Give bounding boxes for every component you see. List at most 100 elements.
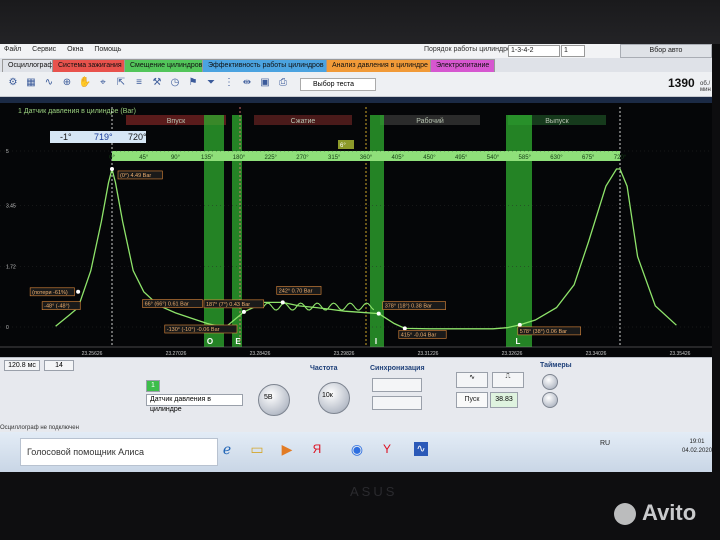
clock: 19:01 04.02.2020 bbox=[682, 438, 712, 456]
annotation-point bbox=[241, 309, 246, 314]
annotation-label: 415° -0.04 Bar bbox=[401, 332, 437, 338]
toolbar: ⚙ ▦ ∿ ⊕ ✋ ⌖ ⇱ ≡ ⚒ ◷ ⚑ ⏷ ⋮ ⇹ ▣ ⎙ Выбор те… bbox=[0, 72, 712, 97]
monitor-bezel-top bbox=[0, 0, 720, 44]
scope-app-icon[interactable]: ∿ bbox=[414, 442, 428, 456]
annotation-label: 242° 0.70 Bar bbox=[279, 288, 313, 294]
cylinder-select[interactable]: 1 bbox=[561, 45, 585, 57]
clock-date: 04.02.2020 bbox=[682, 448, 712, 454]
assistant-search[interactable]: Голосовой помощник Алиса bbox=[20, 438, 218, 466]
flag-icon[interactable]: ⚑ bbox=[186, 76, 200, 90]
range-value: 5В bbox=[264, 394, 273, 401]
valve-event-band bbox=[232, 115, 242, 347]
trace-select[interactable]: 14 bbox=[44, 360, 74, 371]
tab-oscilloscope[interactable]: Осциллограф bbox=[2, 59, 60, 72]
control-panel: 120.8 мс 14 1 Датчик давления в цилиндре… bbox=[0, 357, 712, 432]
laptop-brand: ASUS bbox=[350, 484, 398, 499]
monitor-bezel-bottom bbox=[0, 472, 720, 540]
filter-icon[interactable]: ⏷ bbox=[204, 76, 218, 90]
degree-tick: 585° bbox=[519, 155, 532, 161]
pressure-chart[interactable]: 1 Датчик давления в цилиндре (Bar) Впуск С… bbox=[0, 97, 712, 357]
sync-mode-buttons[interactable] bbox=[372, 378, 422, 392]
tab-cylinder-offset[interactable]: Смещение цилиндров bbox=[124, 59, 209, 72]
split-icon[interactable]: ⇹ bbox=[240, 76, 254, 90]
firing-order-select[interactable]: 1-3-4-2 bbox=[508, 45, 560, 57]
degree-tick: 270° bbox=[296, 155, 309, 161]
timer-1-icon[interactable] bbox=[542, 374, 558, 390]
degree-tick: 495° bbox=[455, 155, 468, 161]
autofit-button[interactable]: Вбор авто bbox=[620, 44, 712, 58]
valve-event-band bbox=[370, 115, 384, 347]
marker-icon[interactable]: ⋮ bbox=[222, 76, 236, 90]
annotation-label: (0°) 4.49 Bar bbox=[120, 173, 151, 179]
annotation-label: 66° (66°) 0.61 Bar bbox=[145, 302, 189, 308]
firing-order-label: Порядок работы цилиндров bbox=[424, 46, 515, 53]
degree-tick: 315° bbox=[328, 155, 341, 161]
pressure-ripple bbox=[263, 302, 375, 311]
tab-power-supply[interactable]: Электропитание bbox=[430, 59, 496, 72]
folder-icon[interactable]: ▭ bbox=[250, 442, 264, 456]
event-marker: E bbox=[235, 337, 241, 346]
phase-label: Сжатие bbox=[291, 118, 316, 125]
annotation-label: (потери -61%) bbox=[32, 290, 68, 296]
oscilloscope-plot[interactable]: 1 Датчик давления в цилиндре (Bar) Впуск С… bbox=[0, 97, 712, 357]
save-icon[interactable]: ▣ bbox=[258, 76, 272, 90]
menu-windows[interactable]: Окна bbox=[63, 44, 88, 53]
clock-time: 19:01 bbox=[689, 439, 705, 445]
annotation-label: -48° (-48°) bbox=[44, 304, 70, 310]
source-select[interactable]: Датчик давления в цилиндре bbox=[146, 394, 243, 413]
yandex-icon[interactable]: Я bbox=[310, 442, 324, 456]
degree-tick: 360° bbox=[360, 155, 373, 161]
degree-tick: 450° bbox=[423, 155, 436, 161]
sine-wave-button[interactable]: ∿ bbox=[456, 372, 488, 388]
frequency-title: Частота bbox=[310, 365, 338, 372]
menu-service[interactable]: Сервис bbox=[28, 44, 61, 53]
tab-ignition[interactable]: Система зажигания bbox=[52, 59, 128, 72]
grid-icon[interactable]: ▦ bbox=[24, 76, 38, 90]
frequency-value: 10к bbox=[322, 392, 333, 399]
export-icon[interactable]: ⎙ bbox=[276, 76, 290, 90]
avito-watermark: Avito bbox=[642, 500, 697, 525]
tab-pressure-analysis[interactable]: Анализ давления в цилиндре bbox=[326, 59, 434, 72]
range-knob[interactable] bbox=[258, 384, 290, 416]
scope-icon[interactable]: ⚙ bbox=[6, 76, 20, 90]
sync-source-select[interactable] bbox=[372, 396, 422, 410]
degree-tick: 405° bbox=[392, 155, 405, 161]
media-icon[interactable]: ▶ bbox=[280, 442, 294, 456]
cursor-icon[interactable]: ⇱ bbox=[114, 76, 128, 90]
channels-icon[interactable]: ≡ bbox=[132, 76, 146, 90]
settings-icon[interactable]: ⚒ bbox=[150, 76, 164, 90]
degree-tick: 630° bbox=[550, 155, 563, 161]
start-button[interactable]: Пуск bbox=[456, 392, 488, 408]
marker-start: -1° bbox=[60, 132, 72, 142]
language-indicator[interactable]: RU bbox=[600, 440, 610, 447]
degree-tick: 675° bbox=[582, 155, 595, 161]
yandex-browser-icon[interactable]: Y bbox=[380, 442, 394, 456]
tab-cylinder-efficiency[interactable]: Эффективность работы цилиндров bbox=[202, 59, 330, 72]
measure-icon[interactable]: ⌖ bbox=[96, 76, 110, 90]
channel-label: 1 Датчик давления в цилиндре (Bar) bbox=[18, 108, 136, 115]
menu-bar: Файл Сервис Окна Помощь Порядок работы ц… bbox=[0, 44, 712, 58]
annotation-label: 187° (7°) 0.43 Bar bbox=[206, 302, 250, 308]
degree-tick: 180° bbox=[233, 155, 246, 161]
channel-1-button[interactable]: 1 bbox=[146, 380, 160, 392]
test-view-select[interactable]: Выбор теста bbox=[300, 78, 376, 91]
cursor-angle: 6° bbox=[340, 143, 346, 149]
timebase-select[interactable]: 120.8 мс bbox=[4, 360, 40, 371]
pulse-wave-button[interactable]: ⎍ bbox=[492, 372, 524, 388]
plot-top-strip bbox=[0, 97, 712, 103]
trace-icon[interactable]: ∿ bbox=[42, 76, 56, 90]
timer-icon[interactable]: ◷ bbox=[168, 76, 182, 90]
hand-icon[interactable]: ✋ bbox=[78, 76, 92, 90]
timer-2-icon[interactable] bbox=[542, 392, 558, 408]
zoom-icon[interactable]: ⊕ bbox=[60, 76, 74, 90]
phase-label: Впуск bbox=[167, 118, 186, 125]
chrome-icon[interactable]: ◉ bbox=[350, 442, 364, 456]
app-window: Файл Сервис Окна Помощь Порядок работы ц… bbox=[0, 44, 712, 472]
ie-icon[interactable]: ℯ bbox=[220, 442, 234, 456]
degree-tick: 45° bbox=[139, 155, 149, 161]
y-tick: 5 bbox=[6, 149, 9, 155]
menu-file[interactable]: Файл bbox=[0, 44, 26, 53]
y-tick: 3.45 bbox=[6, 204, 16, 210]
menu-help[interactable]: Помощь bbox=[90, 44, 126, 53]
degree-tick: 0° bbox=[109, 155, 115, 161]
